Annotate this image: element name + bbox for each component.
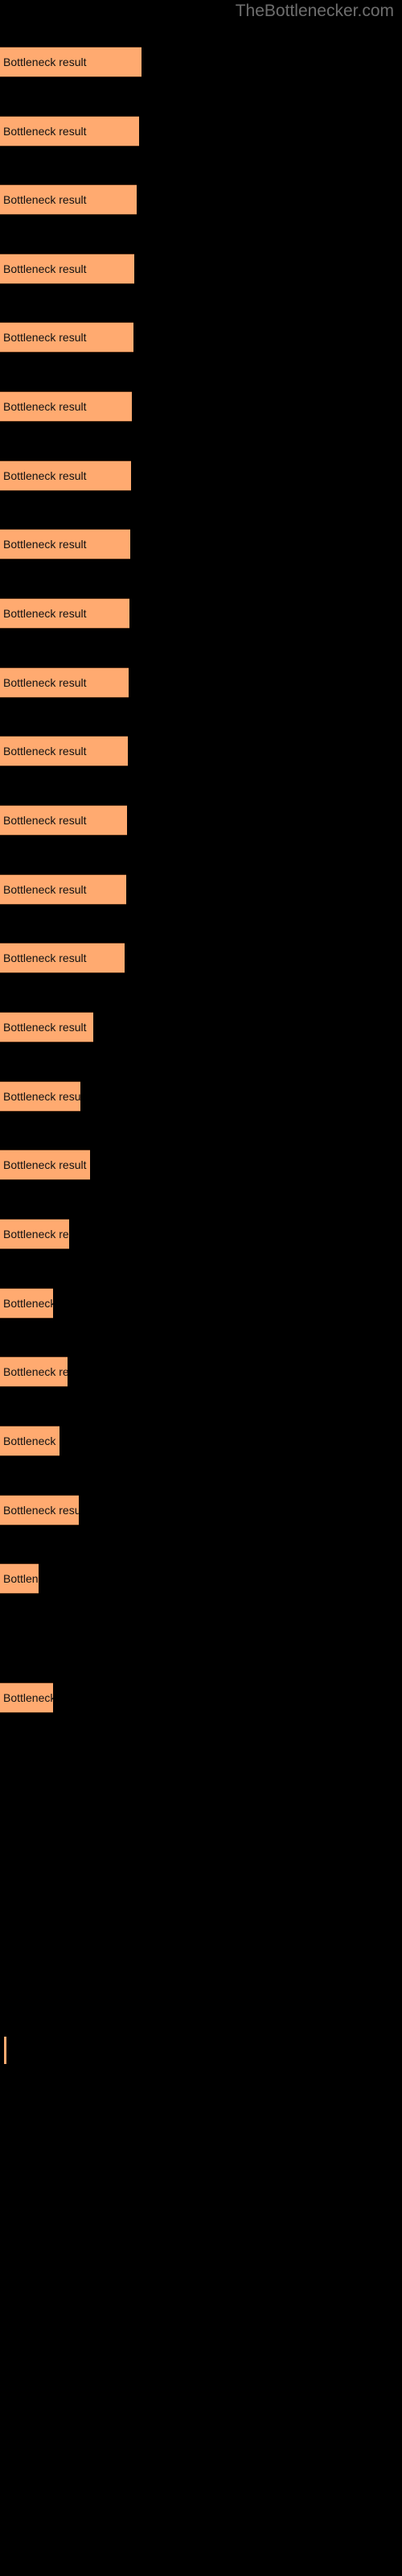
bar-label: Bottleneck result: [3, 1228, 69, 1241]
bar-clip: Bottleneck result: [0, 1219, 69, 1249]
bar-label: Bottleneck result: [3, 538, 87, 551]
bar-clip: Bottleneck result: [0, 1288, 53, 1319]
bar-label: Bottleneck result: [3, 1090, 80, 1103]
bar-label: Bottleneck result: [3, 745, 87, 758]
bar-clip: Bottleneck result: [0, 529, 130, 559]
bar-label: Bottleneck result: [3, 1365, 68, 1378]
bar-label: Bottleneck result: [3, 193, 87, 206]
bar-label: Bottleneck result: [3, 1504, 79, 1517]
site-watermark: TheBottlenecker.com: [235, 2, 394, 20]
bar-label: Bottleneck result: [3, 1297, 53, 1310]
bar-label: Bottleneck result: [3, 1158, 87, 1171]
bar-label: Bottleneck result: [3, 56, 87, 68]
bar-clip: Bottleneck result: [0, 598, 129, 629]
bar-clip: Bottleneck result: [0, 1563, 39, 1594]
axis-tick-mark: [4, 2037, 6, 2064]
bar-chart: TheBottlenecker.com Bottleneck result Bot…: [0, 0, 402, 2576]
bar-clip: Bottleneck result: [0, 1150, 90, 1180]
bar-clip: Bottleneck result: [0, 47, 142, 77]
bar-clip: Bottleneck result: [0, 116, 139, 147]
bar-label: Bottleneck result: [3, 676, 87, 689]
bar-label: Bottleneck result: [3, 262, 87, 275]
bar-clip: Bottleneck result: [0, 736, 128, 766]
bar-clip: Bottleneck result: [0, 184, 137, 215]
bar-clip: Bottleneck result: [0, 1495, 79, 1525]
bar-label: Bottleneck result: [3, 1691, 53, 1704]
bar-label: Bottleneck result: [3, 1021, 87, 1034]
bar-clip: Bottleneck result: [0, 460, 131, 491]
bar-clip: Bottleneck result: [0, 1012, 93, 1042]
bar-clip: Bottleneck result: [0, 667, 129, 698]
bar-label: Bottleneck result: [3, 125, 87, 138]
bar-label: Bottleneck result: [3, 1572, 39, 1585]
bar-clip: Bottleneck result: [0, 874, 126, 905]
bar-clip: Bottleneck result: [0, 254, 134, 284]
bar-label: Bottleneck result: [3, 1435, 59, 1447]
bar-clip: Bottleneck result: [0, 805, 127, 836]
bar-label: Bottleneck result: [3, 400, 87, 413]
bar-label: Bottleneck result: [3, 952, 87, 964]
bar-label: Bottleneck result: [3, 814, 87, 827]
bar-clip: Bottleneck result: [0, 391, 132, 422]
bar-label: Bottleneck result: [3, 607, 87, 620]
bar-clip: Bottleneck result: [0, 1426, 59, 1456]
bar-clip: Bottleneck result: [0, 1081, 80, 1112]
bar-clip: Bottleneck result: [0, 1682, 53, 1713]
bar-label: Bottleneck result: [3, 331, 87, 344]
bar-clip: Bottleneck result: [0, 322, 133, 353]
bar-clip: Bottleneck result: [0, 943, 125, 973]
bar-clip: Bottleneck result: [0, 1356, 68, 1387]
bar-label: Bottleneck result: [3, 883, 87, 896]
bar-label: Bottleneck result: [3, 469, 87, 482]
